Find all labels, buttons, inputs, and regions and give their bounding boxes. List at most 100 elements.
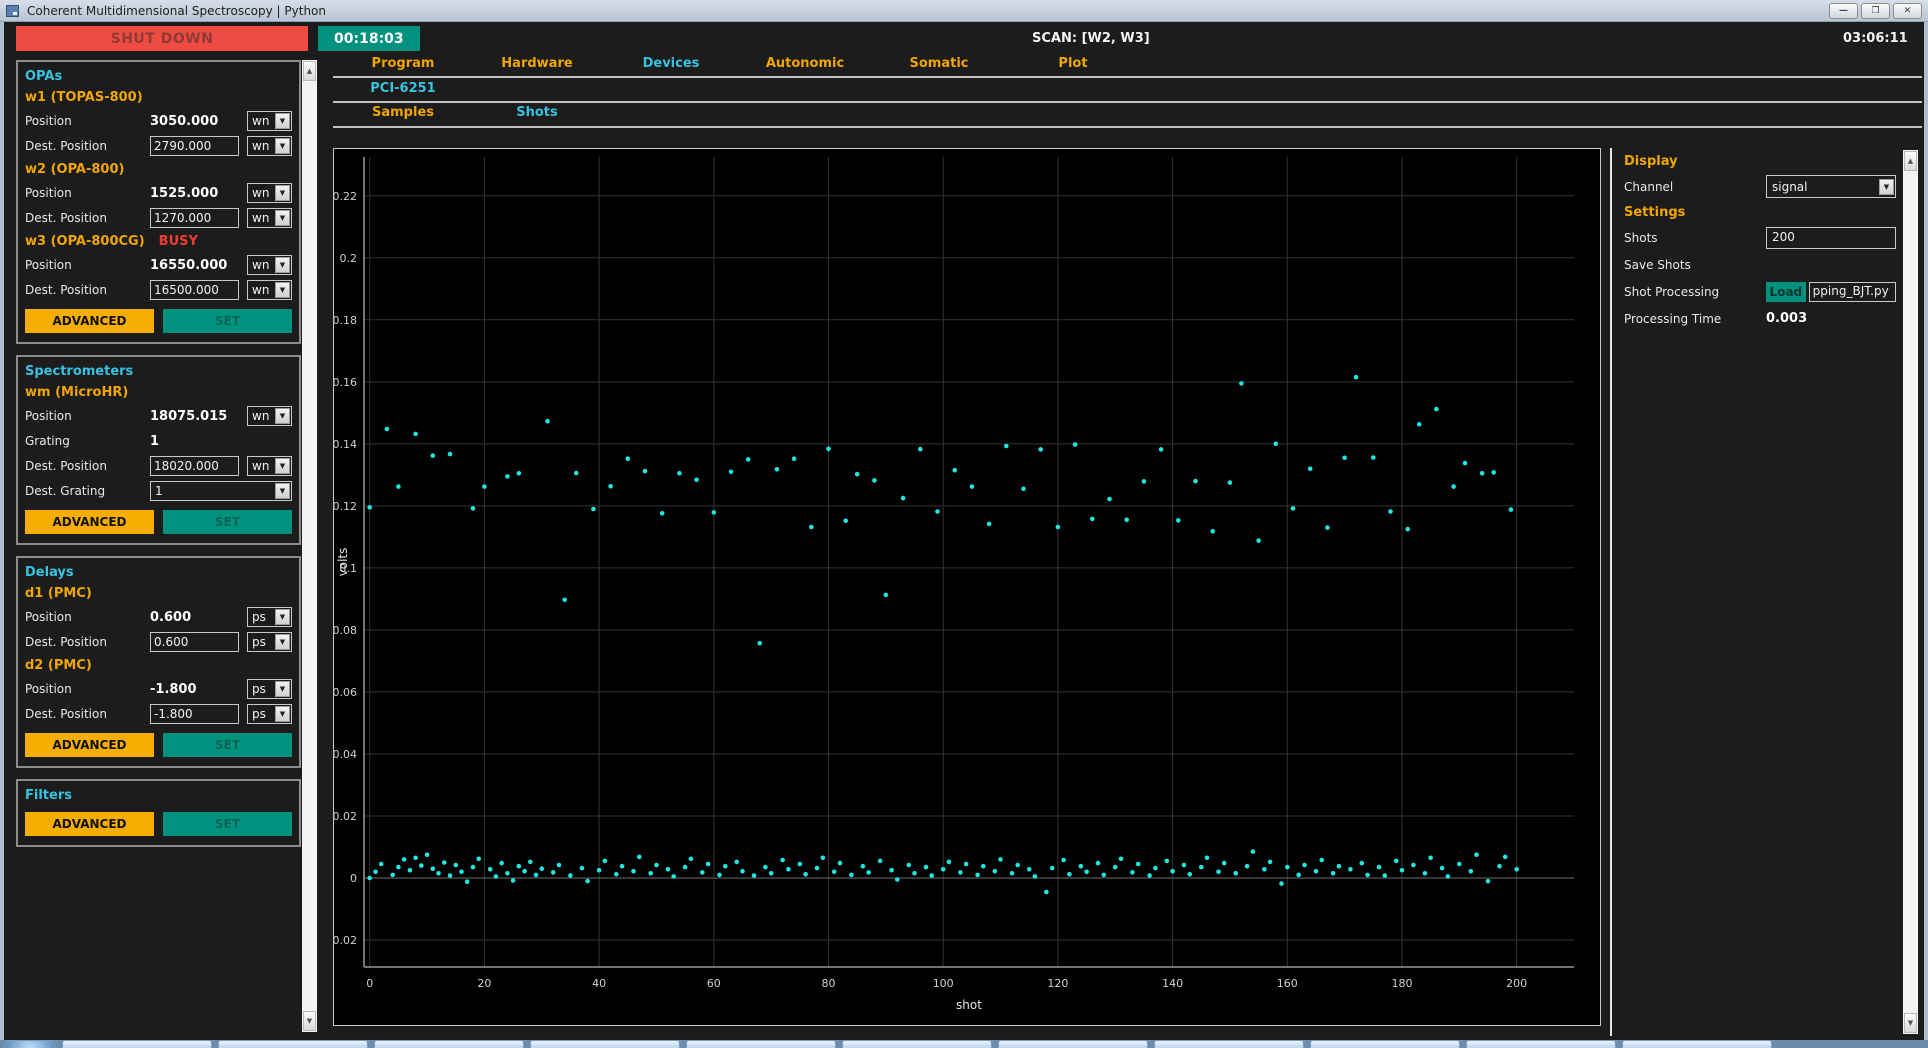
shutdown-button[interactable]: SHUT DOWN: [16, 26, 308, 51]
units-select[interactable]: ps ▼: [247, 679, 292, 699]
dest-position-input[interactable]: 1270.000: [150, 208, 239, 228]
sidebar-scrollbar[interactable]: ▲ ▼: [302, 60, 317, 1032]
chevron-down-icon[interactable]: ▼: [275, 138, 290, 154]
param-label: Dest. Position: [25, 283, 107, 297]
scroll-down-icon[interactable]: ▼: [303, 1011, 316, 1031]
processing-time-label: Processing Time: [1624, 311, 1722, 326]
position-readout: -1.800: [150, 681, 197, 697]
tab-pci-6251[interactable]: PCI-6251: [336, 81, 470, 96]
units-select[interactable]: ps ▼: [247, 607, 292, 627]
advanced-button[interactable]: ADVANCED: [25, 733, 154, 757]
param-label: Position: [25, 682, 72, 696]
shot-processing-row: Shot Processing Load pping_BJT.py: [1624, 279, 1896, 304]
svg-text:0.12: 0.12: [334, 500, 357, 513]
scroll-up-icon[interactable]: ▲: [303, 61, 316, 81]
taskbar-button[interactable]: [998, 1040, 1148, 1048]
set-button[interactable]: SET: [163, 812, 292, 836]
units-select[interactable]: wn ▼: [247, 111, 292, 131]
chevron-down-icon[interactable]: ▼: [275, 681, 290, 697]
units-select[interactable]: ps ▼: [247, 632, 292, 652]
taskbar-button[interactable]: [218, 1040, 368, 1048]
scroll-down-icon[interactable]: ▼: [1904, 1013, 1917, 1033]
position-readout: 1525.000: [150, 185, 219, 201]
tab-samples[interactable]: Samples: [336, 105, 470, 120]
chevron-down-icon[interactable]: ▼: [275, 185, 290, 201]
chevron-down-icon[interactable]: ▼: [275, 282, 290, 298]
set-button[interactable]: SET: [163, 733, 292, 757]
shots-input[interactable]: 200: [1766, 226, 1896, 249]
taskbar-button[interactable]: [1154, 1040, 1304, 1048]
chevron-down-icon[interactable]: ▼: [275, 210, 290, 226]
units-select[interactable]: wn ▼: [247, 208, 292, 228]
units-select[interactable]: wn ▼: [247, 255, 292, 275]
units-select[interactable]: wn ▼: [247, 406, 292, 426]
chevron-down-icon[interactable]: ▼: [275, 706, 290, 722]
dest-position-input[interactable]: -1.800: [150, 704, 239, 724]
taskbar-button[interactable]: [1310, 1040, 1460, 1048]
tab-somatic[interactable]: Somatic: [872, 56, 1006, 71]
minimize-button[interactable]: —: [1829, 3, 1858, 19]
taskbar-button[interactable]: [1466, 1040, 1616, 1048]
chevron-down-icon[interactable]: ▼: [275, 113, 290, 129]
dest-position-input[interactable]: 0.600: [150, 632, 239, 652]
advanced-button[interactable]: ADVANCED: [25, 812, 154, 836]
tab-hardware[interactable]: Hardware: [470, 56, 604, 71]
load-button[interactable]: Load: [1766, 281, 1806, 302]
chevron-down-icon[interactable]: ▼: [275, 483, 290, 499]
taskbar-button[interactable]: [686, 1040, 836, 1048]
close-button[interactable]: ✕: [1893, 3, 1922, 19]
dest-position-input[interactable]: 18020.000: [150, 456, 239, 476]
tab-autonomic[interactable]: Autonomic: [738, 56, 872, 71]
chevron-down-icon[interactable]: ▼: [275, 634, 290, 650]
dest-position-input[interactable]: 2790.000: [150, 136, 239, 156]
windows-taskbar[interactable]: [0, 1040, 1928, 1048]
position-readout: 18075.015: [150, 408, 228, 424]
scroll-up-icon[interactable]: ▲: [1904, 151, 1917, 171]
chevron-down-icon[interactable]: ▼: [275, 458, 290, 474]
tab-plot[interactable]: Plot: [1006, 56, 1140, 71]
units-select[interactable]: wn ▼: [247, 136, 292, 156]
units-select[interactable]: ps ▼: [247, 704, 292, 724]
chevron-down-icon[interactable]: ▼: [275, 609, 290, 625]
tab-shots[interactable]: Shots: [470, 105, 604, 120]
tab-program[interactable]: Program: [336, 56, 470, 71]
svg-text:shot: shot: [956, 998, 982, 1012]
advanced-button[interactable]: ADVANCED: [25, 309, 154, 333]
chevron-down-icon[interactable]: ▼: [275, 408, 290, 424]
param-row: Position 18075.015 wn ▼: [25, 405, 292, 427]
param-row: Dest. Grating 1 ▼: [25, 480, 292, 502]
taskbar-button[interactable]: [1622, 1040, 1772, 1048]
param-row: Dest. Position 16500.000 wn ▼: [25, 279, 292, 301]
param-label: Position: [25, 114, 72, 128]
processing-script-input[interactable]: pping_BJT.py: [1808, 281, 1896, 302]
units-select[interactable]: wn ▼: [247, 183, 292, 203]
taskbar-button[interactable]: [374, 1040, 524, 1048]
units-select[interactable]: wn ▼: [247, 456, 292, 476]
taskbar-button[interactable]: [842, 1040, 992, 1048]
dest-grating-select[interactable]: 1 ▼: [150, 481, 292, 501]
start-button[interactable]: [4, 1040, 56, 1048]
tab-devices[interactable]: Devices: [604, 56, 738, 71]
filters-group: Filters ADVANCED SET: [16, 779, 301, 847]
svg-text:160: 160: [1277, 977, 1298, 990]
scatter-plot-svg: 0 20 40 60 80 100 120 140 160 180 200 -0.02 0 0.02 0.0…: [334, 157, 1574, 1012]
dest-position-input[interactable]: 16500.000: [150, 280, 239, 300]
application-window: Coherent Multidimensional Spectroscopy |…: [0, 0, 1928, 1048]
channel-select[interactable]: signal ▼: [1766, 175, 1896, 198]
chevron-down-icon[interactable]: ▼: [1879, 178, 1894, 195]
shots-scatter-plot[interactable]: 0 20 40 60 80 100 120 140 160 180 200 -0.02 0 0.02 0.0…: [333, 148, 1601, 1026]
window-titlebar[interactable]: Coherent Multidimensional Spectroscopy |…: [0, 0, 1928, 22]
taskbar-button[interactable]: [62, 1040, 212, 1048]
taskbar-button[interactable]: [530, 1040, 680, 1048]
set-button[interactable]: SET: [163, 309, 292, 333]
chevron-down-icon[interactable]: ▼: [275, 257, 290, 273]
settings-scrollbar[interactable]: ▲ ▼: [1903, 150, 1918, 1034]
param-row: Dest. Position 0.600 ps ▼: [25, 631, 292, 653]
units-select[interactable]: wn ▼: [247, 280, 292, 300]
maximize-button[interactable]: ❐: [1861, 3, 1890, 19]
save-shots-row: Save Shots: [1624, 252, 1896, 277]
window-border-left: [0, 22, 4, 1040]
advanced-button[interactable]: ADVANCED: [25, 510, 154, 534]
set-button[interactable]: SET: [163, 510, 292, 534]
svg-text:0: 0: [350, 872, 357, 885]
